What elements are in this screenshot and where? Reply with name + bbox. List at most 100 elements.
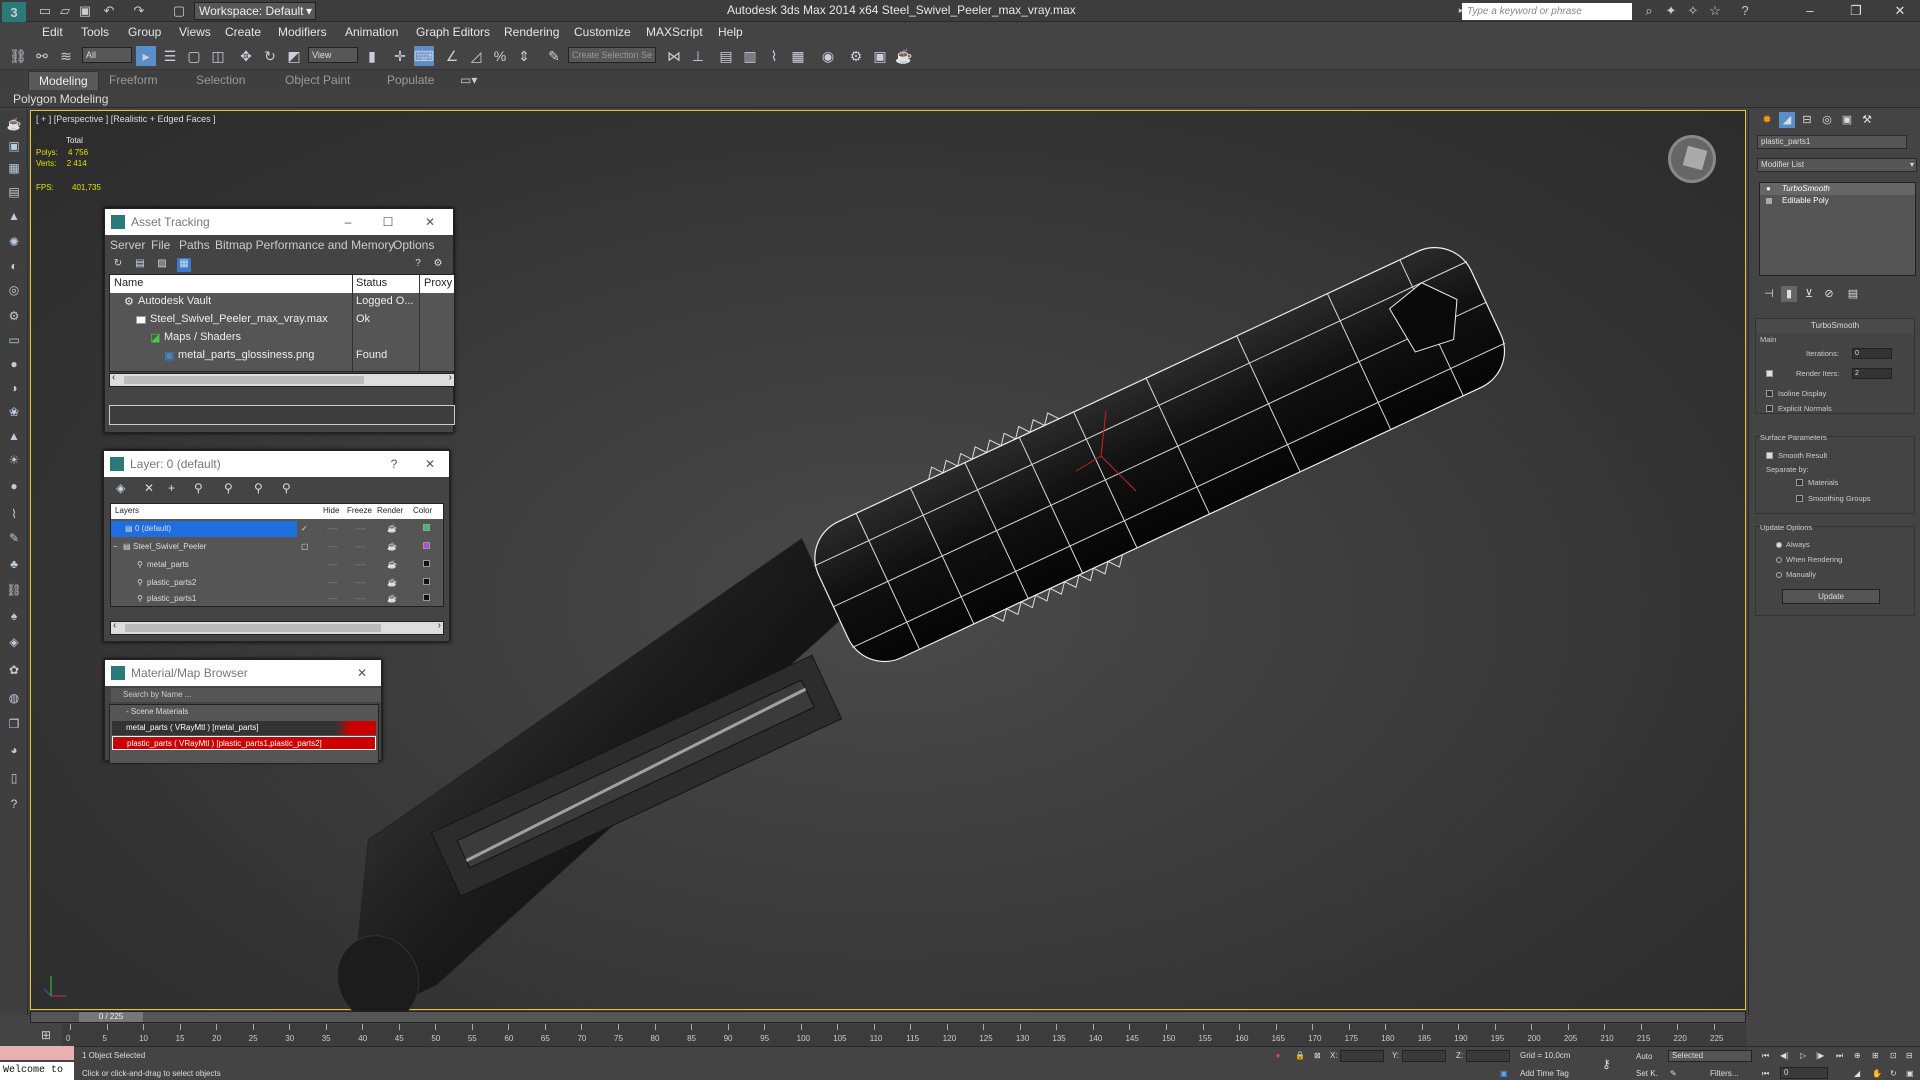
turbosmooth-rollout-title[interactable]: TurboSmooth: [1756, 319, 1914, 333]
table-view-icon[interactable]: ▦: [177, 258, 191, 272]
always-radio[interactable]: [1776, 542, 1782, 548]
isoline-checkbox[interactable]: [1766, 390, 1773, 397]
camera-icon[interactable]: ◈: [5, 634, 23, 651]
light-bulb-icon[interactable]: ●: [1766, 183, 1771, 195]
y-coordinate-field[interactable]: [1402, 1050, 1446, 1062]
list-icon[interactable]: ▤: [133, 258, 147, 272]
graphite-toolbar-icon[interactable]: ▥: [740, 46, 760, 66]
layer-color-swatch[interactable]: [423, 524, 430, 531]
rotate-icon[interactable]: ↻: [260, 46, 280, 66]
render-teapot-icon[interactable]: ☕: [387, 524, 397, 533]
object-row[interactable]: ⚲ metal_parts ---- ---- ☕: [111, 556, 443, 574]
chevron-left-icon[interactable]: ‹: [113, 620, 116, 631]
bulb-icon[interactable]: ✺: [5, 234, 23, 251]
next-frame-icon[interactable]: |▶: [1816, 1051, 1824, 1060]
torus-icon[interactable]: ◎: [5, 282, 23, 299]
layer-row-default[interactable]: ▤ 0 (default) ✓ ---- ---- ☕: [111, 520, 443, 538]
explicit-normals-checkbox[interactable]: [1766, 405, 1773, 412]
render-teapot-icon[interactable]: ☕: [894, 46, 914, 66]
tree-icon[interactable]: ♠: [5, 608, 23, 625]
modifier-list-dropdown[interactable]: Modifier List ▾: [1757, 158, 1917, 172]
min-max-toggle-icon[interactable]: ▣: [1906, 1069, 1914, 1078]
zoom-icon[interactable]: ⊕: [1854, 1051, 1861, 1060]
remove-modifier-icon[interactable]: ⊘: [1821, 286, 1837, 302]
display-tab-icon[interactable]: ▣: [1839, 112, 1855, 128]
pyramid-icon[interactable]: ▲: [5, 208, 23, 225]
time-slider[interactable]: 0 / 225: [30, 1011, 1746, 1023]
cog-icon[interactable]: ⚙: [5, 308, 23, 325]
collapse-icon[interactable]: −: [113, 542, 118, 551]
object-row[interactable]: ⚲ plastic_parts1 ---- ---- ☕: [111, 590, 443, 608]
menu-group[interactable]: Group: [128, 25, 161, 39]
stack-item-editable-poly[interactable]: Editable Poly: [1760, 195, 1915, 207]
tab-freeform[interactable]: Freeform: [109, 73, 158, 87]
table-icon[interactable]: ▤: [5, 184, 23, 201]
material-editor-icon[interactable]: ◉: [818, 46, 838, 66]
table-row[interactable]: ⚙ Autodesk Vault Logged O...: [110, 293, 454, 311]
modify-tab-icon[interactable]: ◢: [1779, 112, 1795, 128]
time-tag-icon[interactable]: ▣: [1500, 1069, 1508, 1078]
column-render[interactable]: Render: [377, 506, 403, 515]
scene-materials-group[interactable]: - Scene Materials: [112, 705, 376, 719]
layer-titlebar[interactable]: Layer: 0 (default) ? ✕: [104, 451, 449, 477]
image-icon[interactable]: ▨: [155, 258, 169, 272]
smoothing-groups-checkbox[interactable]: [1796, 495, 1803, 502]
maximize-button[interactable]: ☐: [373, 209, 403, 235]
sphere-icon[interactable]: ●: [5, 356, 23, 373]
menu-rendering[interactable]: Rendering: [504, 25, 559, 39]
new-file-icon[interactable]: ▭: [36, 2, 54, 19]
pivot-center-icon[interactable]: ▮: [362, 46, 382, 66]
material-browser-titlebar[interactable]: Material/Map Browser ✕: [105, 660, 381, 686]
freeze-toggle[interactable]: ----: [355, 594, 366, 603]
refresh-icon[interactable]: ↻: [111, 258, 125, 272]
app-logo-icon[interactable]: 3: [2, 2, 26, 22]
object-name-field[interactable]: plastic_parts1: [1757, 135, 1907, 149]
menu-customize[interactable]: Customize: [574, 25, 631, 39]
play-icon[interactable]: ▷: [1800, 1051, 1806, 1060]
freeze-toggle[interactable]: ----: [355, 524, 366, 533]
auto-key-button[interactable]: Auto: [1636, 1052, 1652, 1061]
absolute-mode-icon[interactable]: ⊠: [1314, 1051, 1321, 1060]
search-input[interactable]: Type a keyword or phrase: [1462, 3, 1632, 20]
hide-toggle[interactable]: ----: [327, 560, 338, 569]
menu-tools[interactable]: Tools: [81, 25, 109, 39]
pan-icon[interactable]: ✋: [1872, 1069, 1882, 1078]
redo-icon[interactable]: ↷: [130, 2, 148, 19]
cone-icon[interactable]: ▲: [5, 428, 23, 445]
menu-bitmap-performance[interactable]: Bitmap Performance and Memory: [215, 238, 394, 252]
go-to-start-icon[interactable]: ⏮: [1762, 1051, 1769, 1061]
highlight-layer-icon[interactable]: ⚲: [224, 481, 233, 495]
spinner-snap-icon[interactable]: ⇕: [514, 46, 534, 66]
x-coordinate-field[interactable]: [1340, 1050, 1384, 1062]
keyboard-shortcut-icon[interactable]: ⌨: [414, 46, 434, 66]
favorites-star-icon[interactable]: ☆: [1706, 2, 1724, 19]
shell-icon[interactable]: ◑: [5, 380, 23, 397]
mini-curve-editor-icon[interactable]: ⊞: [30, 1024, 62, 1046]
teapot-icon[interactable]: ☕: [5, 116, 23, 133]
table-row[interactable]: ▣ metal_parts_glossiness.png Found: [110, 347, 454, 365]
curve-editor-icon[interactable]: ⌇: [764, 46, 784, 66]
active-check-icon[interactable]: ✓: [301, 524, 308, 533]
time-slider-thumb[interactable]: 0 / 225: [79, 1012, 143, 1022]
scale-icon[interactable]: ◩: [284, 46, 304, 66]
horizontal-scrollbar[interactable]: ‹ ›: [109, 372, 455, 387]
restore-button[interactable]: ❐: [1836, 2, 1876, 20]
undo-icon[interactable]: ↶: [100, 2, 118, 19]
column-freeze[interactable]: Freeze: [347, 506, 372, 515]
menu-views[interactable]: Views: [179, 25, 211, 39]
motion-tab-icon[interactable]: ◎: [1819, 112, 1835, 128]
column-layers[interactable]: Layers: [115, 506, 139, 515]
render-teapot-icon[interactable]: ☕: [387, 594, 397, 603]
key-mode-icon[interactable]: ⏮: [1762, 1069, 1769, 1079]
z-coordinate-field[interactable]: [1466, 1050, 1510, 1062]
active-box-icon[interactable]: ▢: [301, 542, 309, 551]
settings-icon[interactable]: ⚙: [431, 258, 445, 272]
object-color-swatch[interactable]: [423, 560, 430, 567]
bind-space-warp-icon[interactable]: ≋: [56, 46, 76, 66]
align-icon[interactable]: ⊥: [688, 46, 708, 66]
utilities-tab-icon[interactable]: ⚒: [1859, 112, 1875, 128]
globe-icon[interactable]: ◕: [5, 742, 23, 759]
iterations-spinner[interactable]: 0: [1852, 348, 1892, 359]
add-to-layer-icon[interactable]: +: [168, 481, 175, 495]
scroll-thumb[interactable]: [125, 624, 381, 632]
